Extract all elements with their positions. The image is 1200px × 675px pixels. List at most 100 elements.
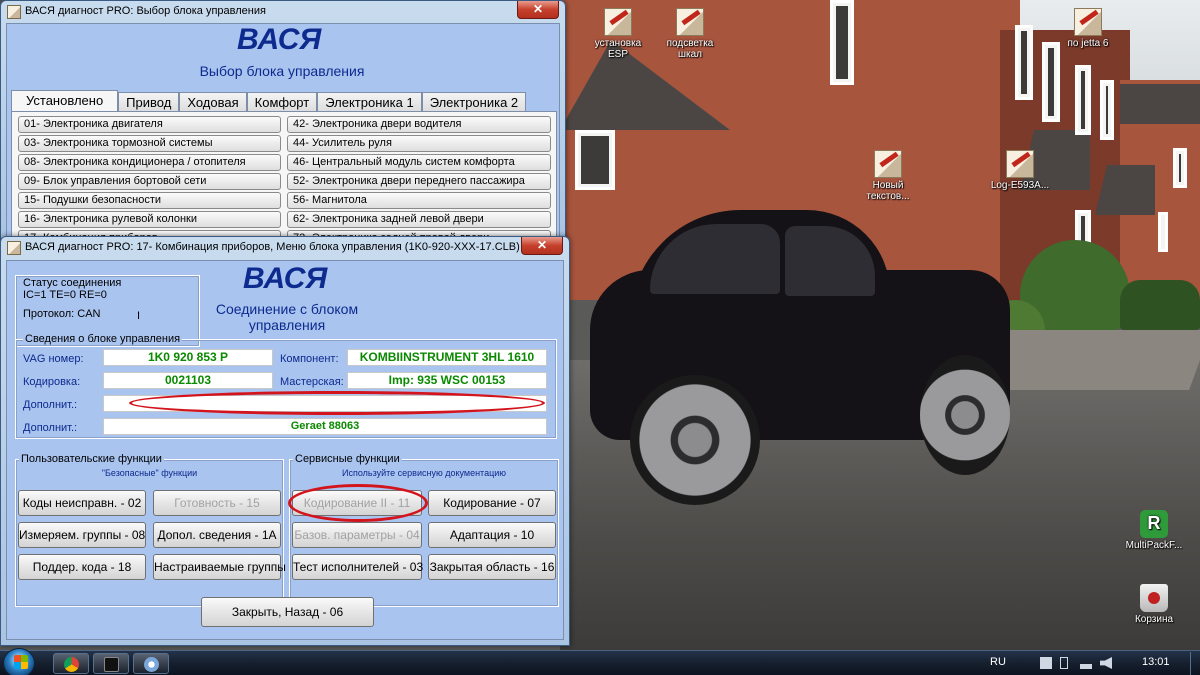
security-access-button[interactable]: Закрытая область - 16 (428, 554, 556, 580)
coding-button[interactable]: Кодирование - 07 (428, 490, 556, 516)
readiness-button[interactable]: Готовность - 15 (153, 490, 281, 516)
vasya-shortcut-icon (676, 8, 704, 36)
module-button-15[interactable]: 15- Подушки безопасности (18, 192, 281, 209)
basic-settings-button[interactable]: Базов. параметры - 04 (292, 522, 422, 548)
connection-status-heading: Статус соединения (23, 277, 122, 289)
vag-number-label: VAG номер: (23, 353, 84, 365)
vasya-app-icon (7, 241, 21, 255)
module-button-01[interactable]: 01- Электроника двигателя (18, 116, 281, 133)
user-functions-heading: Пользовательские функции (19, 453, 164, 465)
module-button-42[interactable]: 42- Электроника двери водителя (287, 116, 551, 133)
close-button[interactable]: ✕ (521, 237, 563, 255)
protocol-value: Протокол: CAN (23, 308, 101, 320)
controller-client: Статус соединения IC=1 TE=0 RE=0 Протоко… (6, 260, 564, 640)
connection-status-values: IC=1 TE=0 RE=0 (23, 289, 107, 301)
vasya-icon (144, 657, 159, 672)
extra-info-label: Дополнит.: (23, 422, 78, 434)
module-select-client: ВАСЯ Выбор блока управления Установлено … (6, 23, 560, 242)
desktop-icon-gauge-light[interactable]: подсветка шкал (652, 8, 728, 60)
console-icon (104, 657, 119, 672)
flag-icon[interactable] (1040, 657, 1052, 669)
measuring-blocks-button[interactable]: Измеряем. группы - 08 (18, 522, 146, 548)
window-subtitle: Соединение с блоком управления (215, 301, 359, 333)
desktop-icon-recycle-bin[interactable]: Корзина (1116, 584, 1192, 625)
extra-info-label: Дополнит.: (23, 399, 78, 411)
network-icon[interactable] (1080, 657, 1092, 669)
custom-groups-button[interactable]: Настраиваемые группы (153, 554, 286, 580)
component-field[interactable]: KOMBIINSTRUMENT 3HL 1610 (347, 349, 547, 366)
coding-label: Кодировка: (23, 376, 81, 388)
red-highlight-ellipse (288, 484, 428, 522)
tab-electronics-2[interactable]: Электроника 2 (421, 92, 527, 112)
vasya-shortcut-icon (604, 8, 632, 36)
output-tests-button[interactable]: Тест исполнителей - 03 (292, 554, 423, 580)
text-file-icon (874, 150, 902, 178)
module-list: 01- Электроника двигателя 03- Электроник… (11, 111, 557, 242)
desktop-icon-new-text[interactable]: Новый текстов... (850, 150, 926, 202)
module-button-08[interactable]: 08- Электроника кондиционера / отопителя (18, 154, 281, 171)
service-functions-heading: Сервисные функции (293, 453, 402, 465)
service-functions-note: Используйте сервисную документацию (341, 468, 507, 478)
category-tabs: Установлено Привод Ходовая Комфорт Элект… (11, 90, 527, 112)
module-button-62[interactable]: 62- Электроника задней левой двери (287, 211, 551, 228)
language-indicator[interactable]: RU (990, 656, 1006, 668)
module-button-16[interactable]: 16- Электроника рулевой колонки (18, 211, 281, 228)
user-functions-note: "Безопасные" функции (101, 468, 198, 478)
tab-installed[interactable]: Установлено (11, 90, 119, 112)
show-desktop-button[interactable] (1190, 652, 1200, 675)
module-button-56[interactable]: 56- Магнитола (287, 192, 551, 209)
desktop-icon-log[interactable]: Log-E593A... (982, 150, 1058, 191)
controller-menu-window: ВАСЯ диагност PRO: 17- Комбинация прибор… (0, 236, 570, 646)
taskbar-vasya[interactable] (133, 653, 169, 674)
module-select-titlebar[interactable]: ВАСЯ диагност PRO: Выбор блока управлени… (1, 1, 565, 23)
module-button-46[interactable]: 46- Центральный модуль систем комфорта (287, 154, 551, 171)
window-title: ВАСЯ диагност PRO: Выбор блока управлени… (25, 5, 266, 17)
adaptation-button[interactable]: Адаптация - 10 (428, 522, 556, 548)
desktop-icon-jetta6[interactable]: по jetta 6 (1050, 8, 1126, 49)
desktop-icon-multipack[interactable]: MultiPackF... (1116, 510, 1192, 551)
controller-titlebar[interactable]: ВАСЯ диагност PRO: 17- Комбинация прибор… (1, 237, 569, 259)
workshop-field[interactable]: Imp: 935 WSC 00153 (347, 372, 547, 389)
coding-field[interactable]: 0021103 (103, 372, 273, 389)
module-select-window: ВАСЯ диагност PRO: Выбор блока управлени… (0, 0, 566, 242)
component-label: Компонент: (280, 353, 339, 365)
red-highlight-ellipse (129, 391, 545, 415)
extra-info-field-2[interactable]: Geraet 88063 (103, 418, 547, 435)
tab-electronics-1[interactable]: Электроника 1 (317, 92, 422, 112)
workshop-label: Мастерская: (280, 376, 344, 388)
tab-drive[interactable]: Привод (118, 92, 180, 112)
app-brand: ВАСЯ (243, 262, 328, 295)
recycle-bin-icon (1140, 584, 1168, 612)
start-button[interactable] (3, 648, 35, 675)
log-file-icon (1006, 150, 1034, 178)
chrome-icon (64, 657, 79, 672)
controller-info-heading: Сведения о блоке управления (23, 333, 183, 345)
close-back-button[interactable]: Закрыть, Назад - 06 (201, 597, 374, 627)
code-support-button[interactable]: Поддер. кода - 18 (18, 554, 146, 580)
vasya-app-icon (7, 5, 21, 19)
clock[interactable]: 13:01 (1142, 656, 1170, 668)
tab-chassis[interactable]: Ходовая (179, 92, 247, 112)
wallpaper-car (590, 200, 1010, 505)
desktop-icon-esp[interactable]: установка ESP (580, 8, 656, 60)
text-cursor: I (137, 310, 141, 322)
extra-info-button[interactable]: Допол. сведения - 1А (153, 522, 281, 548)
window-subtitle: Выбор блока управления (199, 63, 365, 79)
vag-number-field[interactable]: 1K0 920 853 P (103, 349, 273, 366)
window-title: ВАСЯ диагност PRO: 17- Комбинация прибор… (25, 241, 520, 253)
multipack-icon (1140, 510, 1168, 538)
windows-logo-icon (14, 655, 28, 669)
module-button-03[interactable]: 03- Электроника тормозной системы (18, 135, 281, 152)
fault-codes-button[interactable]: Коды неисправн. - 02 (18, 490, 146, 516)
module-button-52[interactable]: 52- Электроника двери переднего пассажир… (287, 173, 551, 190)
app-brand: ВАСЯ (237, 23, 322, 56)
tab-comfort[interactable]: Комфорт (246, 92, 318, 112)
close-button[interactable]: ✕ (517, 1, 559, 19)
battery-icon[interactable] (1060, 657, 1068, 669)
vasya-shortcut-icon (1074, 8, 1102, 36)
module-button-44[interactable]: 44- Усилитель руля (287, 135, 551, 152)
volume-icon[interactable] (1100, 657, 1112, 669)
taskbar-chrome[interactable] (53, 653, 89, 674)
module-button-09[interactable]: 09- Блок управления бортовой сети (18, 173, 281, 190)
taskbar-console[interactable] (93, 653, 129, 674)
